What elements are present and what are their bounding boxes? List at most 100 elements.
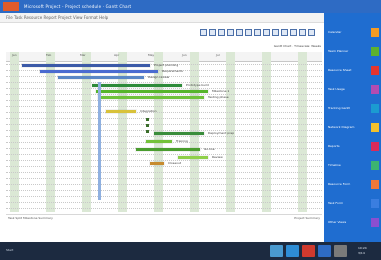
indent-icon[interactable] xyxy=(227,29,234,36)
gantt-bar[interactable] xyxy=(96,90,208,93)
zoom-in-icon[interactable] xyxy=(263,29,270,36)
views-pane-item[interactable]: Resource Form xyxy=(328,181,366,187)
tray-date: 3/14 xyxy=(358,251,365,255)
gantt-bar[interactable] xyxy=(150,162,164,165)
task-label: Project planning xyxy=(154,63,179,67)
views-pane-item[interactable]: Other Views xyxy=(328,219,366,225)
task-label: Go-live xyxy=(204,147,215,151)
view-tile-icon[interactable] xyxy=(371,104,379,113)
timescale-label: Mar xyxy=(80,53,86,57)
views-pane-item[interactable]: Tracking Gantt xyxy=(328,105,366,111)
gantt-bar[interactable] xyxy=(40,70,158,73)
scroll-to-task-icon[interactable] xyxy=(281,29,288,36)
gantt-legend: Task Split Milestone Summary Project Sum… xyxy=(6,214,322,223)
unlink-icon[interactable] xyxy=(254,29,261,36)
row-divider xyxy=(6,172,322,173)
menu-bar[interactable]: File Task Resource Report Project View F… xyxy=(0,13,324,23)
title-bar: Microsoft Project - Project schedule · G… xyxy=(0,0,381,13)
gantt-bar[interactable] xyxy=(22,64,150,67)
timescale-label: Apr xyxy=(114,53,120,57)
task-label: Deployment prep xyxy=(208,131,235,135)
explorer-taskbar-icon[interactable] xyxy=(270,245,283,257)
mail-taskbar-icon[interactable] xyxy=(302,245,315,257)
views-pane-item[interactable]: Task Usage xyxy=(328,86,366,92)
views-pane-item[interactable]: Network Diagram xyxy=(328,124,366,130)
link-icon[interactable] xyxy=(245,29,252,36)
start-button[interactable]: Start xyxy=(6,248,13,252)
milestone-marker[interactable] xyxy=(146,118,149,121)
row-divider xyxy=(6,166,322,167)
gantt-bar[interactable] xyxy=(58,76,144,79)
outdent-icon[interactable] xyxy=(236,29,243,36)
project-taskbar-icon[interactable] xyxy=(318,245,331,257)
views-pane-item[interactable]: Calendar xyxy=(328,29,366,35)
gantt-bar[interactable] xyxy=(178,156,208,159)
row-divider xyxy=(6,94,322,95)
gantt-bar[interactable] xyxy=(106,110,136,113)
task-label: Milestone 1 xyxy=(212,89,230,93)
timescale-label: Jul xyxy=(216,53,220,57)
views-pane-item[interactable]: Task Form xyxy=(328,200,366,206)
row-divider xyxy=(6,124,322,125)
task-label: Review xyxy=(212,155,223,159)
gantt-chart[interactable]: Jan Feb Mar Apr May Jun Jul Project planning Req… xyxy=(6,52,322,215)
view-tile-icon[interactable] xyxy=(371,142,379,151)
views-pane-item[interactable]: Reports xyxy=(328,143,366,149)
gantt-bar[interactable] xyxy=(146,140,172,143)
view-tile-icon[interactable] xyxy=(371,180,379,189)
row-divider xyxy=(6,196,322,197)
align-left-icon[interactable] xyxy=(200,29,207,36)
views-pane-item[interactable]: Resource Sheet xyxy=(328,67,366,73)
row-divider xyxy=(6,208,322,209)
timescale-label: Jun xyxy=(182,53,187,57)
gantt-bar[interactable] xyxy=(136,148,200,151)
row-divider xyxy=(6,202,322,203)
views-pane-item[interactable]: Team Planner xyxy=(328,48,366,54)
row-divider xyxy=(6,130,322,131)
store-taskbar-icon[interactable] xyxy=(334,245,347,257)
gantt-bar[interactable] xyxy=(98,96,204,99)
gantt-bar[interactable] xyxy=(154,132,204,135)
timescale-label: Feb xyxy=(46,53,52,57)
milestone-marker[interactable] xyxy=(146,124,149,127)
timescale-label: Jan xyxy=(12,53,17,57)
current-date-line xyxy=(98,82,101,200)
task-label: Requirements xyxy=(162,69,183,73)
row-divider xyxy=(6,190,322,191)
zoom-out-icon[interactable] xyxy=(272,29,279,36)
task-label: Testing phase xyxy=(208,95,229,99)
row-divider xyxy=(6,100,322,101)
legend-left: Task Split Milestone Summary xyxy=(8,216,53,220)
row-divider xyxy=(6,178,322,179)
more-icon[interactable] xyxy=(308,29,315,36)
browser-taskbar-icon[interactable] xyxy=(286,245,299,257)
row-divider xyxy=(6,160,322,161)
row-divider xyxy=(6,136,322,137)
window-title: Microsoft Project - Project schedule · G… xyxy=(24,4,132,9)
task-label: Design review xyxy=(148,75,170,79)
task-label: Closeout xyxy=(168,161,182,165)
view-tile-icon[interactable] xyxy=(371,218,379,227)
tray-clock: 10:24 3/14 xyxy=(358,246,367,256)
task-label: Integration xyxy=(140,109,157,113)
views-pane-item[interactable]: Timeline xyxy=(328,162,366,168)
view-tile-icon[interactable] xyxy=(371,85,379,94)
gantt-bar[interactable] xyxy=(92,84,182,87)
arrow-right-icon[interactable] xyxy=(299,29,306,36)
view-tile-icon[interactable] xyxy=(371,47,379,56)
app-icon[interactable] xyxy=(3,2,19,11)
view-tile-icon[interactable] xyxy=(371,28,379,37)
legend-right: Project Summary xyxy=(294,216,320,220)
view-tile-icon[interactable] xyxy=(371,66,379,75)
align-right-icon[interactable] xyxy=(218,29,225,36)
view-tile-icon[interactable] xyxy=(371,199,379,208)
row-divider xyxy=(6,184,322,185)
align-center-icon[interactable] xyxy=(209,29,216,36)
milestone-marker[interactable] xyxy=(146,130,149,133)
view-tile-icon[interactable] xyxy=(371,123,379,132)
task-label: Training xyxy=(176,139,188,143)
arrow-left-icon[interactable] xyxy=(290,29,297,36)
view-tile-icon[interactable] xyxy=(371,161,379,170)
row-divider xyxy=(6,82,322,83)
menu-items[interactable]: File Task Resource Report Project View F… xyxy=(0,13,316,22)
